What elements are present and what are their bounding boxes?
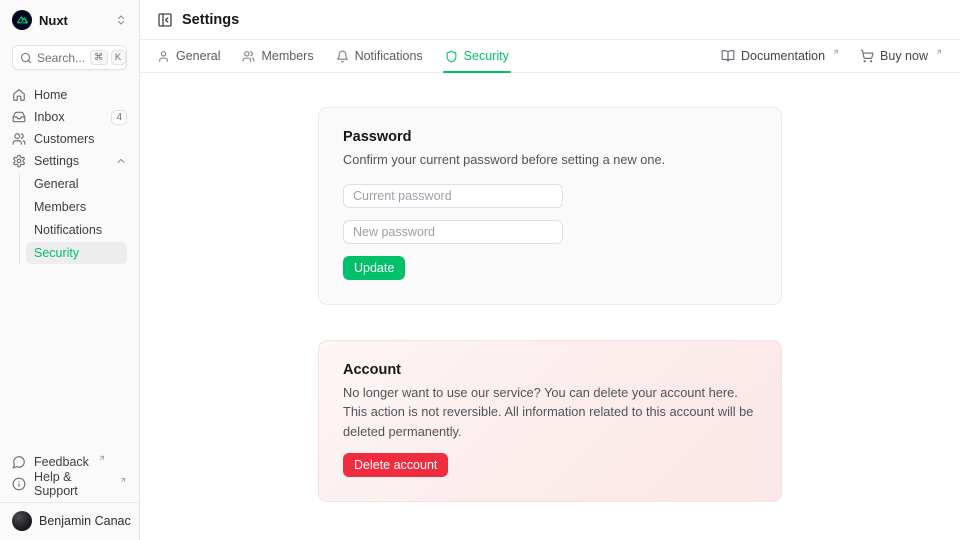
users-icon bbox=[12, 132, 26, 146]
workspace-switcher[interactable]: Nuxt bbox=[0, 0, 139, 40]
toolbar-link-label: Buy now bbox=[880, 49, 928, 63]
card-title: Password bbox=[343, 129, 757, 145]
inbox-icon bbox=[12, 110, 26, 124]
tab-members[interactable]: Members bbox=[242, 40, 313, 72]
main-panel: Settings General Members bbox=[140, 0, 960, 540]
external-link-icon bbox=[119, 476, 127, 484]
tab-general[interactable]: General bbox=[157, 40, 220, 72]
user-icon bbox=[157, 50, 170, 63]
card-title: Account bbox=[343, 362, 757, 378]
sidebar-item-inbox[interactable]: Inbox 4 bbox=[12, 106, 127, 128]
sidebar-item-settings[interactable]: Settings bbox=[12, 150, 127, 172]
content-area: Password Confirm your current password b… bbox=[140, 73, 960, 540]
sidebar-item-label: Help & Support bbox=[34, 470, 110, 498]
info-circle-icon bbox=[12, 477, 26, 491]
bell-icon bbox=[336, 50, 349, 63]
external-link-icon bbox=[832, 48, 840, 56]
external-link-icon bbox=[935, 48, 943, 56]
page-header: Settings bbox=[140, 0, 960, 40]
toolbar-links: Documentation Buy now bbox=[721, 40, 943, 72]
external-link-icon bbox=[98, 454, 106, 462]
gear-icon bbox=[12, 154, 26, 168]
sidebar-footer: Feedback Help & Support bbox=[0, 451, 139, 495]
sidebar-item-help-support[interactable]: Help & Support bbox=[12, 473, 127, 495]
kbd-meta: ⌘ bbox=[90, 50, 108, 65]
app-root: Nuxt Search... ⌘ K Home bbox=[0, 0, 960, 540]
chevron-up-icon bbox=[115, 155, 127, 167]
update-password-button[interactable]: Update bbox=[343, 256, 405, 280]
sidebar-item-label: Home bbox=[34, 88, 67, 102]
sidebar-item-label: Feedback bbox=[34, 455, 89, 469]
tab-security[interactable]: Security bbox=[445, 40, 509, 72]
toolbar-link-label: Documentation bbox=[741, 49, 825, 63]
sidebar: Nuxt Search... ⌘ K Home bbox=[0, 0, 140, 540]
shopping-cart-icon bbox=[860, 49, 874, 63]
sidebar-subitem-security[interactable]: Security bbox=[26, 242, 127, 264]
toolbar: General Members Notifications bbox=[140, 40, 960, 73]
shield-icon bbox=[445, 50, 458, 63]
subitem-label: Notifications bbox=[34, 223, 102, 237]
search-input[interactable]: Search... ⌘ K bbox=[12, 45, 127, 70]
tab-label: Members bbox=[261, 49, 313, 63]
nuxt-logo bbox=[12, 10, 32, 30]
inbox-count-badge: 4 bbox=[111, 110, 127, 125]
search-kbd-shortcut: ⌘ K bbox=[90, 50, 126, 65]
sidebar-subitem-members[interactable]: Members bbox=[26, 196, 127, 218]
users-icon bbox=[242, 50, 255, 63]
card-description: No longer want to use our service? You c… bbox=[343, 383, 757, 441]
sidebar-item-label: Customers bbox=[34, 132, 94, 146]
settings-subnav: General Members Notifications Security bbox=[19, 173, 127, 264]
password-card: Password Confirm your current password b… bbox=[318, 107, 782, 305]
sidebar-subitem-general[interactable]: General bbox=[26, 173, 127, 195]
sidebar-item-home[interactable]: Home bbox=[12, 84, 127, 106]
tab-notifications[interactable]: Notifications bbox=[336, 40, 423, 72]
sidebar-nav: Home Inbox 4 Customers Settings bbox=[0, 76, 139, 265]
avatar bbox=[12, 511, 32, 531]
new-password-field[interactable] bbox=[343, 220, 563, 244]
subitem-label: General bbox=[34, 177, 78, 191]
subitem-label: Security bbox=[34, 246, 79, 260]
user-section: Benjamin Canac bbox=[0, 502, 139, 540]
sidebar-item-customers[interactable]: Customers bbox=[12, 128, 127, 150]
chat-bubble-icon bbox=[12, 455, 26, 469]
tab-label: Notifications bbox=[355, 49, 423, 63]
current-password-field[interactable] bbox=[343, 184, 563, 208]
search-placeholder: Search... bbox=[37, 51, 85, 65]
settings-tabs: General Members Notifications bbox=[157, 40, 509, 72]
book-open-icon bbox=[721, 49, 735, 63]
user-menu[interactable]: Benjamin Canac bbox=[12, 508, 127, 534]
tab-label: Security bbox=[464, 49, 509, 63]
delete-account-button[interactable]: Delete account bbox=[343, 453, 448, 477]
panel-left-close-icon[interactable] bbox=[157, 12, 173, 28]
search-icon bbox=[20, 52, 32, 64]
brand-name: Nuxt bbox=[39, 13, 68, 28]
kbd-k: K bbox=[111, 50, 126, 65]
subitem-label: Members bbox=[34, 200, 86, 214]
card-description: Confirm your current password before set… bbox=[343, 150, 757, 169]
documentation-link[interactable]: Documentation bbox=[721, 40, 840, 72]
home-icon bbox=[12, 88, 26, 102]
sidebar-item-label: Settings bbox=[34, 154, 79, 168]
account-danger-card: Account No longer want to use our servic… bbox=[318, 340, 782, 502]
user-name: Benjamin Canac bbox=[39, 514, 131, 528]
chevrons-up-down-icon bbox=[115, 14, 127, 26]
sidebar-item-label: Inbox bbox=[34, 110, 65, 124]
sidebar-subitem-notifications[interactable]: Notifications bbox=[26, 219, 127, 241]
buy-now-link[interactable]: Buy now bbox=[860, 40, 943, 72]
page-title: Settings bbox=[182, 12, 239, 28]
tab-label: General bbox=[176, 49, 220, 63]
